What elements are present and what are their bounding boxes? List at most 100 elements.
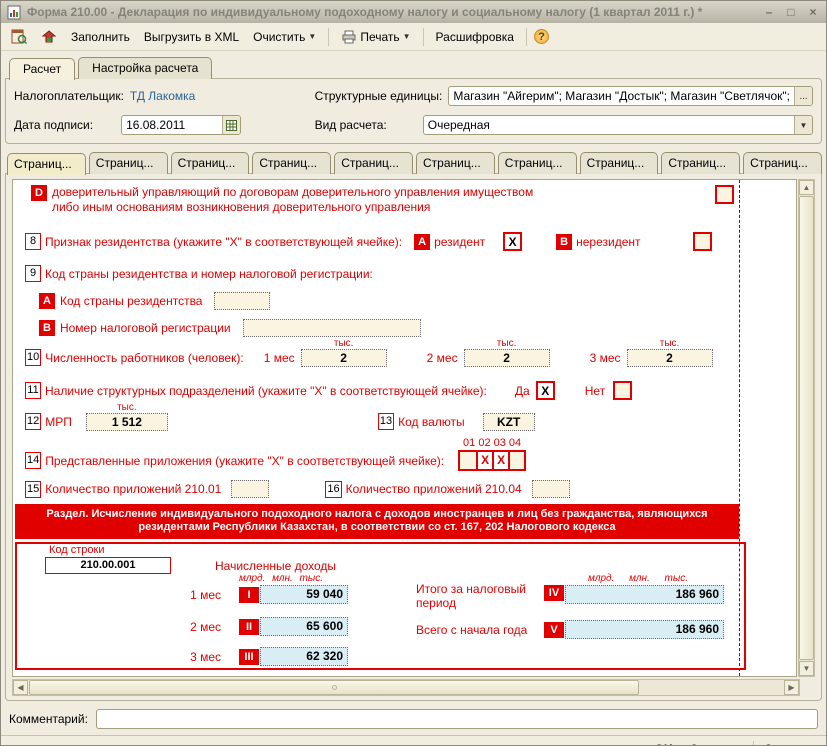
no-label: Нет [585, 384, 605, 398]
fill-button[interactable]: Заполнить [66, 27, 135, 47]
country-code-field[interactable] [214, 292, 270, 310]
page-tab-10[interactable]: Страниц... [743, 152, 822, 174]
page-tab-9[interactable]: Страниц... [661, 152, 740, 174]
close-button[interactable]: × [806, 5, 820, 19]
line-10-label: Численность работников (человек): [45, 351, 243, 365]
form-page-panel: D доверительный управляющий по договорам… [5, 173, 822, 701]
subdivisions-yes-checkbox[interactable]: X [536, 381, 555, 400]
toolbar-separator [526, 28, 527, 46]
ok-button[interactable]: OK [648, 740, 680, 746]
printer-icon [341, 29, 357, 45]
thousands-label: тыс. [660, 339, 680, 349]
settings-button[interactable] [36, 26, 62, 48]
line-16-number: 16 [325, 481, 341, 498]
appendix-210-01-count-field[interactable] [231, 480, 269, 498]
calc-type-combobox[interactable]: Очередная ▼ [423, 115, 813, 135]
line-d-checkbox[interactable] [715, 185, 734, 204]
income-month2-field[interactable]: 65 600 [260, 617, 348, 636]
horizontal-scroll-thumb[interactable] [29, 680, 639, 695]
resident-checkbox[interactable]: X [503, 232, 522, 251]
scroll-right-icon[interactable]: ▶ [784, 680, 799, 695]
close-form-button[interactable]: Закрыть [758, 740, 818, 746]
appendix-02-cell[interactable]: X [476, 452, 492, 469]
horizontal-scrollbar[interactable]: ◀ ▶ [12, 679, 800, 696]
scroll-down-icon[interactable]: ▼ [799, 661, 814, 676]
income-total-period-field[interactable]: 186 960 [565, 585, 724, 604]
income-month1-label: 1 мес [161, 588, 221, 602]
footer-separator [753, 741, 754, 746]
chevron-down-icon[interactable]: ▼ [794, 116, 812, 134]
app-window: Форма 210.00 - Декларация по индивидуаль… [0, 0, 827, 746]
scroll-left-icon[interactable]: ◀ [13, 680, 28, 695]
taxpayer-link[interactable]: ТД Лакомка [130, 89, 195, 103]
line-d-text: доверительный управляющий по договорам д… [52, 185, 533, 215]
page-tab-5[interactable]: Страниц... [334, 152, 413, 174]
currency-code-field[interactable]: KZT [483, 413, 535, 431]
line-14-label: Представленные приложения (укажите "X" в… [45, 454, 444, 468]
page-tab-2[interactable]: Страниц... [89, 152, 168, 174]
page-tab-1[interactable]: Страниц... [7, 153, 86, 175]
month2-label: 2 мес [427, 351, 458, 365]
page-tab-8[interactable]: Страниц... [580, 152, 659, 174]
open-form-icon [11, 29, 27, 45]
page-tab-3[interactable]: Страниц... [171, 152, 250, 174]
appendix-03-cell[interactable]: X [492, 452, 508, 469]
fill-settings-icon [41, 29, 57, 45]
decrypt-button[interactable]: Расшифровка [431, 27, 519, 47]
ellipsis-button[interactable]: ... [794, 87, 812, 105]
appendix-210-04-count-field[interactable] [532, 480, 570, 498]
chevron-down-icon: ▼ [403, 32, 411, 41]
toolbar-separator [328, 28, 329, 46]
income-month3-field[interactable]: 62 320 [260, 647, 348, 666]
line-12-number: 12 [25, 413, 41, 430]
income-roman-i: I [239, 587, 259, 603]
save-button[interactable]: Записать [684, 740, 749, 746]
sign-date-input[interactable] [122, 116, 222, 134]
workers-month1-field[interactable]: 2 [301, 349, 387, 367]
income-month1-field[interactable]: 59 040 [260, 585, 348, 604]
minimize-button[interactable]: – [762, 5, 776, 19]
sign-date-field[interactable] [121, 115, 241, 135]
comment-input[interactable] [97, 710, 817, 728]
comment-field[interactable] [96, 709, 818, 729]
line-11-label: Наличие структурных подразделений (укажи… [45, 384, 487, 398]
income-roman-iv: IV [544, 585, 564, 601]
calendar-icon[interactable] [222, 116, 240, 134]
line-11-number: 11 [25, 382, 41, 399]
appendix-04-cell[interactable] [508, 452, 524, 469]
export-xml-button[interactable]: Выгрузить в XML [139, 27, 244, 47]
clear-button[interactable]: Очистить▼ [248, 27, 321, 47]
thousands-label: тыс. [334, 339, 354, 349]
window-title: Форма 210.00 - Декларация по индивидуаль… [27, 5, 757, 19]
tax-reg-number-field[interactable] [243, 319, 421, 337]
workers-month2-field[interactable]: 2 [464, 349, 550, 367]
subdivisions-no-checkbox[interactable] [613, 381, 632, 400]
nonresident-checkbox[interactable] [693, 232, 712, 251]
scroll-up-icon[interactable]: ▲ [799, 180, 814, 195]
page-tab-4[interactable]: Страниц... [252, 152, 331, 174]
tab-nastroika-rascheta[interactable]: Настройка расчета [78, 57, 212, 79]
line-code-label: Код строки [49, 544, 105, 556]
income-roman-v: V [544, 622, 564, 638]
maximize-button[interactable]: □ [784, 5, 798, 19]
open-form-button[interactable] [6, 26, 32, 48]
print-button[interactable]: Печать▼ [336, 26, 415, 48]
vertical-scrollbar[interactable]: ▲ ▼ [798, 179, 815, 677]
structural-units-label: Структурные единицы: [315, 89, 443, 103]
appendix-cells: X X [458, 450, 526, 471]
page-tab-6[interactable]: Страниц... [416, 152, 495, 174]
appendix-01-cell[interactable] [460, 452, 476, 469]
tab-raschet[interactable]: Расчет [9, 58, 75, 80]
income-total-year-field[interactable]: 186 960 [565, 620, 724, 639]
mrp-field[interactable]: 1 512 [86, 413, 168, 431]
help-icon[interactable]: ? [534, 29, 549, 44]
mrp-label: МРП [45, 415, 72, 429]
form-report-icon [7, 5, 22, 20]
structural-units-field[interactable]: Магазин "Айгерим"; Магазин "Достык"; Маг… [448, 86, 813, 106]
page-tab-7[interactable]: Страниц... [498, 152, 577, 174]
line-code-field[interactable]: 210.00.001 [45, 557, 171, 574]
currency-code-label: Код валюты [398, 415, 465, 429]
vertical-scroll-thumb[interactable] [799, 196, 814, 660]
workers-month3-field[interactable]: 2 [627, 349, 713, 367]
country-code-label: Код страны резидентства [60, 294, 203, 308]
